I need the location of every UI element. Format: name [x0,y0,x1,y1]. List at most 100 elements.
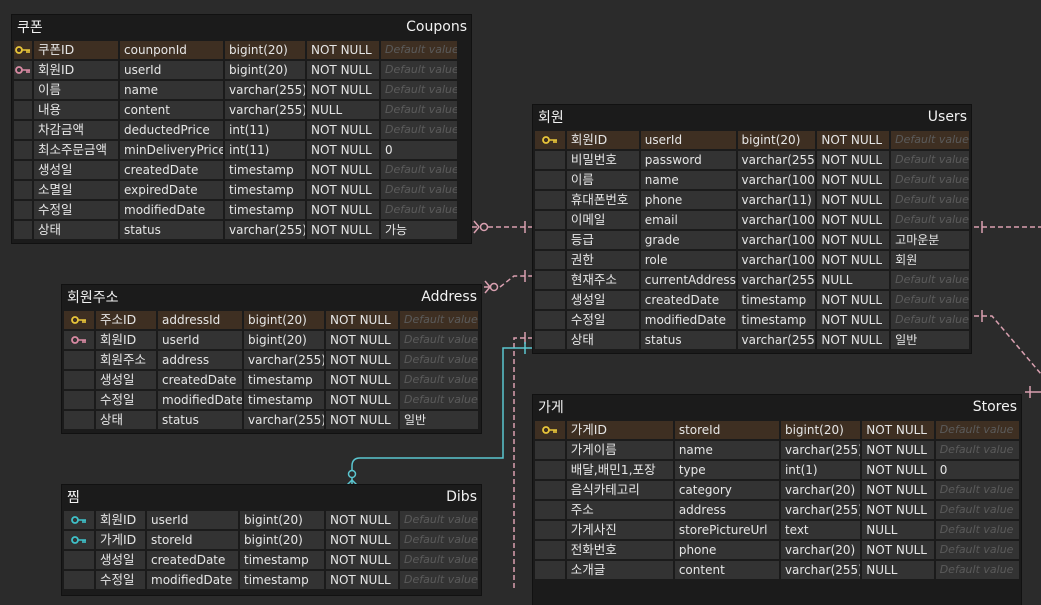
column-default[interactable]: Default value [400,531,478,549]
column-nullability[interactable]: NOT NULL [307,161,379,179]
column-type[interactable]: varchar(11) [737,191,816,209]
column-label[interactable]: 내용 [34,101,118,119]
column-label[interactable]: 비밀번호 [566,151,639,169]
table-coupons[interactable]: 쿠폰 Coupons 쿠폰ID counponId bigint(20) NOT NULL… [12,15,471,243]
column-field[interactable]: status [640,331,736,349]
column-field[interactable]: modifiedDate [147,571,238,589]
column-field[interactable]: storePictureUrl [674,521,779,539]
table-row[interactable]: 생성일 createdDate timestamp NOT NULL Default v… [64,371,479,389]
column-default[interactable]: Default value [935,421,1019,439]
column-nullability[interactable]: NOT NULL [307,141,379,159]
column-type[interactable]: varchar(20) [780,541,861,559]
column-nullability[interactable]: NOT NULL [326,331,398,349]
table-row[interactable]: 회원ID userId bigint(20) NOT NULL Default valu… [64,511,479,529]
column-default[interactable]: Default value [381,201,457,219]
column-nullability[interactable]: NULL [307,101,379,119]
column-label[interactable]: 차감금액 [34,121,118,139]
column-nullability[interactable]: NOT NULL [817,171,890,189]
column-field[interactable]: content [120,101,223,119]
table-row[interactable]: 차감금액 deductedPrice int(11) NOT NULL Default … [14,121,469,139]
column-field[interactable]: createdDate [147,551,238,569]
table-row[interactable]: 상태 status varchar(255) NOT NULL 일반 [535,331,969,349]
column-label[interactable]: 이름 [34,81,118,99]
column-label[interactable]: 최소주문금액 [34,141,118,159]
column-label[interactable]: 이름 [566,171,639,189]
column-nullability[interactable]: NOT NULL [817,211,890,229]
column-label[interactable]: 소개글 [566,561,673,579]
table-row[interactable]: 내용 content varchar(255) NULL Default value [14,101,469,119]
column-field[interactable]: email [640,211,736,229]
column-field[interactable]: content [674,561,779,579]
column-default[interactable]: Default value [891,171,969,189]
table-row[interactable]: 상태 status varchar(255) NOT NULL 가능 [14,221,469,239]
column-type[interactable]: timestamp [225,201,305,219]
column-field[interactable]: createdDate [120,161,223,179]
column-label[interactable]: 가게ID [96,531,145,549]
column-type[interactable]: timestamp [225,181,305,199]
column-default[interactable]: Default value [400,331,478,349]
column-field[interactable]: address [674,501,779,519]
column-default[interactable]: 회원 [891,251,969,269]
column-nullability[interactable]: NOT NULL [326,391,398,409]
table-row[interactable]: 회원ID userId bigint(20) NOT NULL Default valu… [14,61,469,79]
column-nullability[interactable]: NOT NULL [326,551,398,569]
column-nullability[interactable]: NOT NULL [326,411,398,429]
column-default[interactable]: Default value [381,81,457,99]
column-type[interactable]: varchar(255) [225,221,305,239]
column-default[interactable]: Default value [935,441,1019,459]
table-row[interactable]: 이름 name varchar(255) NOT NULL Default value [14,81,469,99]
column-default[interactable]: 0 [935,461,1019,479]
column-default[interactable]: Default value [935,481,1019,499]
column-nullability[interactable]: NOT NULL [307,221,379,239]
column-nullability[interactable]: NOT NULL [862,501,934,519]
column-type[interactable]: bigint(20) [225,61,305,79]
column-field[interactable]: counponId [120,41,223,59]
column-nullability[interactable]: NOT NULL [326,311,398,329]
table-row[interactable]: 최소주문금액 minDeliveryPrice int(11) NOT NULL 0 [14,141,469,159]
table-row[interactable]: 이름 name varchar(100) NOT NULL Default value [535,171,969,189]
column-type[interactable]: bigint(20) [225,41,305,59]
table-row[interactable]: 회원ID userId bigint(20) NOT NULL Default valu… [535,131,969,149]
column-default[interactable]: Default value [400,551,478,569]
column-field[interactable]: status [158,411,242,429]
column-label[interactable]: 수정일 [566,311,639,329]
column-field[interactable]: currentAddress [640,271,736,289]
table-header[interactable]: 찜 Dibs [62,485,481,509]
column-label[interactable]: 상태 [34,221,118,239]
column-field[interactable]: storeId [147,531,238,549]
column-type[interactable]: varchar(255) [737,331,816,349]
column-nullability[interactable]: NOT NULL [307,181,379,199]
column-default[interactable]: Default value [891,151,969,169]
column-label[interactable]: 가게사진 [566,521,673,539]
column-nullability[interactable]: NULL [862,561,934,579]
column-field[interactable]: userId [158,331,242,349]
column-field[interactable]: type [674,461,779,479]
column-nullability[interactable]: NOT NULL [862,541,934,559]
table-row[interactable]: 주소 address varchar(255) NOT NULL Default val… [535,501,1019,519]
column-label[interactable]: 회원주소 [96,351,156,369]
column-nullability[interactable]: NULL [862,521,934,539]
column-nullability[interactable]: NOT NULL [326,371,398,389]
column-nullability[interactable]: NOT NULL [817,311,890,329]
table-row[interactable]: 가게ID storeId bigint(20) NOT NULL Default val… [64,531,479,549]
column-type[interactable]: varchar(100) [737,171,816,189]
column-label[interactable]: 권한 [566,251,639,269]
column-field[interactable]: userId [147,511,238,529]
column-default[interactable]: Default value [935,521,1019,539]
table-header[interactable]: 회원주소 Address [62,285,481,309]
column-default[interactable]: Default value [891,291,969,309]
column-nullability[interactable]: NOT NULL [817,151,890,169]
column-field[interactable]: password [640,151,736,169]
column-nullability[interactable]: NOT NULL [307,61,379,79]
column-field[interactable]: userId [640,131,736,149]
table-row[interactable]: 현재주소 currentAddress varchar(255) NULL Defaul… [535,271,969,289]
column-type[interactable]: int(11) [225,141,305,159]
column-type[interactable]: varchar(20) [780,481,861,499]
table-row[interactable]: 주소ID addressId bigint(20) NOT NULL Default v… [64,311,479,329]
column-field[interactable]: phone [674,541,779,559]
column-type[interactable]: varchar(100) [737,251,816,269]
column-default[interactable]: Default value [400,371,478,389]
table-row[interactable]: 소개글 content varchar(255) NULL Default value [535,561,1019,579]
column-type[interactable]: timestamp [244,371,324,389]
table-header[interactable]: 회원 Users [533,105,971,129]
